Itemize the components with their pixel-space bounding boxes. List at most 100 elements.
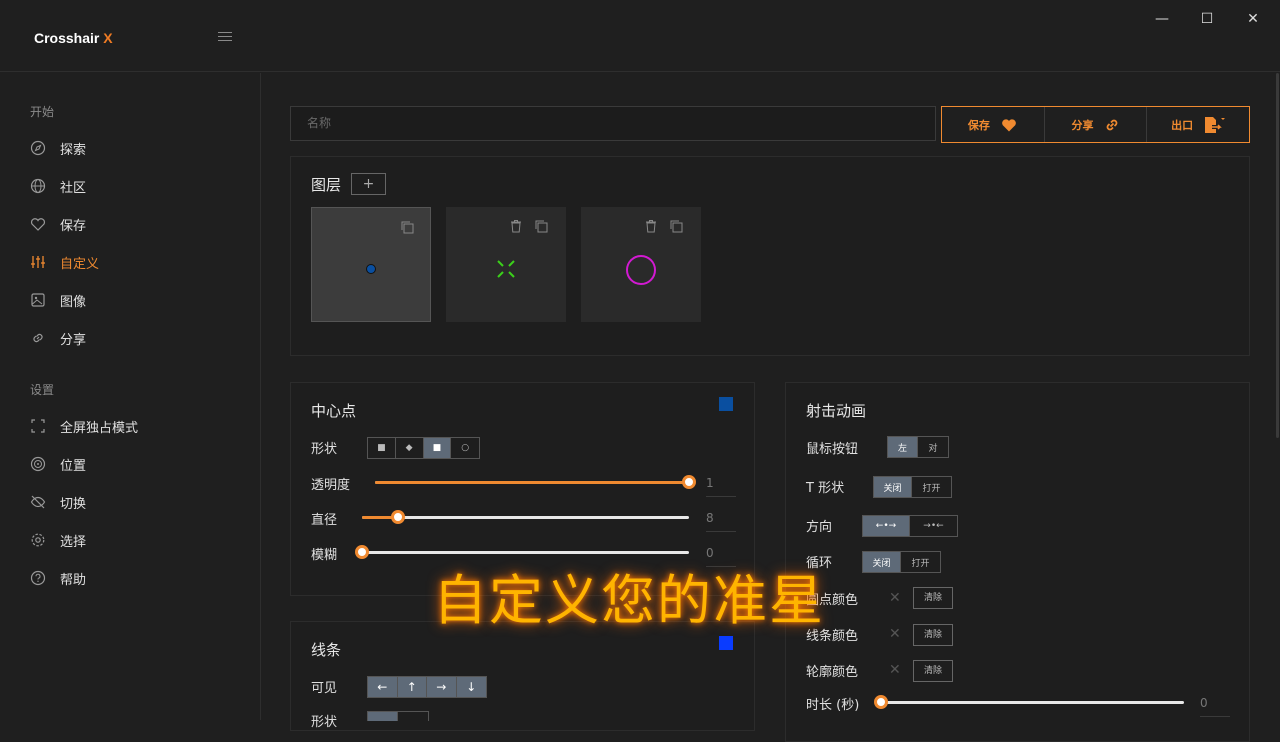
- center-dot-color-swatch[interactable]: [719, 397, 733, 411]
- heart-icon: [30, 218, 46, 231]
- layer-card-center-dot[interactable]: [311, 207, 431, 322]
- dot-color-clear-button[interactable]: 清除: [913, 587, 953, 609]
- overlay-caption: 自定义您的准星: [433, 569, 825, 632]
- trash-icon[interactable]: [644, 219, 658, 233]
- layers-title: 图层: [311, 176, 342, 194]
- blur-slider[interactable]: [355, 545, 689, 559]
- sidebar-item-position[interactable]: 位置: [30, 453, 230, 475]
- outline-color-label: 轮廓颜色: [806, 665, 859, 680]
- link-icon: [1106, 119, 1117, 130]
- dir-left-toggle[interactable]: ←: [368, 677, 398, 697]
- t-shape-on[interactable]: 打开: [912, 477, 951, 497]
- add-layer-button[interactable]: +: [351, 173, 386, 195]
- sidebar-item-fullscreen[interactable]: 全屏独占模式: [30, 415, 230, 437]
- globe-icon: [30, 178, 46, 194]
- app-logo: Crosshair X: [34, 30, 113, 46]
- lines-panel: [290, 621, 755, 731]
- sidebar-item-help[interactable]: 帮助: [30, 567, 230, 589]
- shoot-animation-title: 射击动画: [806, 402, 867, 420]
- dot-shape-selector: ■ ◆ ■ ○: [367, 437, 480, 459]
- compass-icon: [30, 140, 46, 156]
- maximize-button[interactable]: ☐: [1197, 10, 1217, 28]
- shape-square-small[interactable]: ■: [368, 438, 396, 458]
- lines-color-swatch[interactable]: [719, 636, 733, 650]
- dot-color-empty-icon[interactable]: ✕: [889, 590, 901, 606]
- sidebar-item-saved[interactable]: 保存: [30, 213, 230, 235]
- visible-direction-selector: ← ↑ → ↓: [367, 676, 487, 698]
- direction-inward[interactable]: →•←: [910, 516, 957, 536]
- sidebar-item-options[interactable]: 选择: [30, 529, 230, 551]
- mouse-left-option[interactable]: 左: [888, 437, 918, 457]
- lines-shape-label: 形状: [311, 715, 338, 730]
- mouse-button-label: 鼠标按钮: [806, 442, 859, 457]
- sidebar-item-customize[interactable]: 自定义: [30, 251, 230, 273]
- t-shape-off[interactable]: 关闭: [874, 477, 912, 497]
- action-bar: 保存 分享 出口: [941, 106, 1250, 143]
- mouse-button-selector: 左 对: [887, 436, 949, 458]
- loop-off[interactable]: 关闭: [863, 552, 901, 572]
- dot-preview-icon: [366, 264, 376, 274]
- opacity-slider[interactable]: [375, 475, 696, 489]
- sidebar: 开始 探索 社区 保存 自定义 图像 分享 设置 全屏独占模式 位置 切换 选择…: [0, 73, 261, 720]
- layer-card-lines[interactable]: [446, 207, 566, 322]
- scrollbar[interactable]: [1276, 73, 1279, 438]
- shoot-animation-panel: [785, 382, 1250, 742]
- dir-down-toggle[interactable]: ↓: [456, 677, 486, 697]
- diameter-slider[interactable]: [362, 510, 689, 524]
- duplicate-icon[interactable]: [669, 219, 683, 233]
- dir-up-toggle[interactable]: ↑: [397, 677, 427, 697]
- loop-toggle: 关闭 打开: [862, 551, 941, 573]
- target-icon: [30, 456, 46, 472]
- outline-color-clear-button[interactable]: 清除: [913, 660, 953, 682]
- diameter-knob[interactable]: [390, 510, 405, 524]
- minimize-button[interactable]: —: [1152, 10, 1172, 28]
- shape-circle[interactable]: ○: [451, 438, 479, 458]
- duration-knob[interactable]: [874, 695, 888, 709]
- duration-label: 时长 (秒): [806, 698, 860, 713]
- direction-outward[interactable]: ←•→: [863, 516, 910, 536]
- section-settings: 设置: [30, 383, 55, 397]
- name-input[interactable]: 名称: [290, 106, 936, 141]
- fullscreen-icon: [31, 419, 45, 433]
- sidebar-item-share[interactable]: 分享: [30, 327, 230, 349]
- opacity-knob[interactable]: [682, 475, 696, 489]
- blur-label: 模糊: [311, 548, 338, 563]
- share-button[interactable]: 分享: [1045, 107, 1148, 142]
- outline-color-empty-icon[interactable]: ✕: [889, 662, 901, 678]
- diameter-label: 直径: [311, 513, 338, 528]
- help-icon: [30, 570, 46, 586]
- menu-icon[interactable]: [218, 32, 232, 42]
- export-button[interactable]: 出口: [1147, 107, 1249, 142]
- sliders-icon: [31, 256, 45, 268]
- layer-card-circle[interactable]: [581, 207, 701, 322]
- dir-right-toggle[interactable]: →: [427, 677, 457, 697]
- sidebar-item-toggle[interactable]: 切换: [30, 491, 230, 513]
- heart-icon: [1001, 118, 1016, 131]
- opacity-value[interactable]: 1: [706, 476, 736, 497]
- duration-slider[interactable]: [874, 695, 1184, 709]
- eye-off-icon: [30, 495, 46, 509]
- sidebar-item-community[interactable]: 社区: [30, 175, 230, 197]
- sidebar-item-image[interactable]: 图像: [30, 289, 230, 311]
- diameter-value[interactable]: 8: [706, 511, 736, 532]
- t-shape-toggle: 关闭 打开: [873, 476, 952, 498]
- shape-square[interactable]: ■: [423, 438, 452, 458]
- close-button[interactable]: ✕: [1243, 10, 1263, 28]
- loop-on[interactable]: 打开: [901, 552, 940, 572]
- t-shape-label: T 形状: [806, 481, 845, 496]
- sidebar-item-explore[interactable]: 探索: [30, 137, 230, 159]
- direction-label: 方向: [806, 520, 833, 535]
- duplicate-icon[interactable]: [400, 220, 414, 234]
- save-button[interactable]: 保存: [942, 107, 1045, 142]
- line-color-clear-button[interactable]: 清除: [913, 624, 953, 646]
- line-color-empty-icon[interactable]: ✕: [889, 626, 901, 642]
- blur-knob[interactable]: [355, 545, 369, 559]
- duplicate-icon[interactable]: [534, 219, 548, 233]
- duration-value[interactable]: 0: [1200, 696, 1230, 717]
- trash-icon[interactable]: [509, 219, 523, 233]
- visible-label: 可见: [311, 681, 338, 696]
- mouse-right-option[interactable]: 对: [918, 437, 948, 457]
- center-dot-title: 中心点: [311, 402, 357, 420]
- layers-panel: [290, 156, 1250, 356]
- shape-diamond[interactable]: ◆: [396, 438, 424, 458]
